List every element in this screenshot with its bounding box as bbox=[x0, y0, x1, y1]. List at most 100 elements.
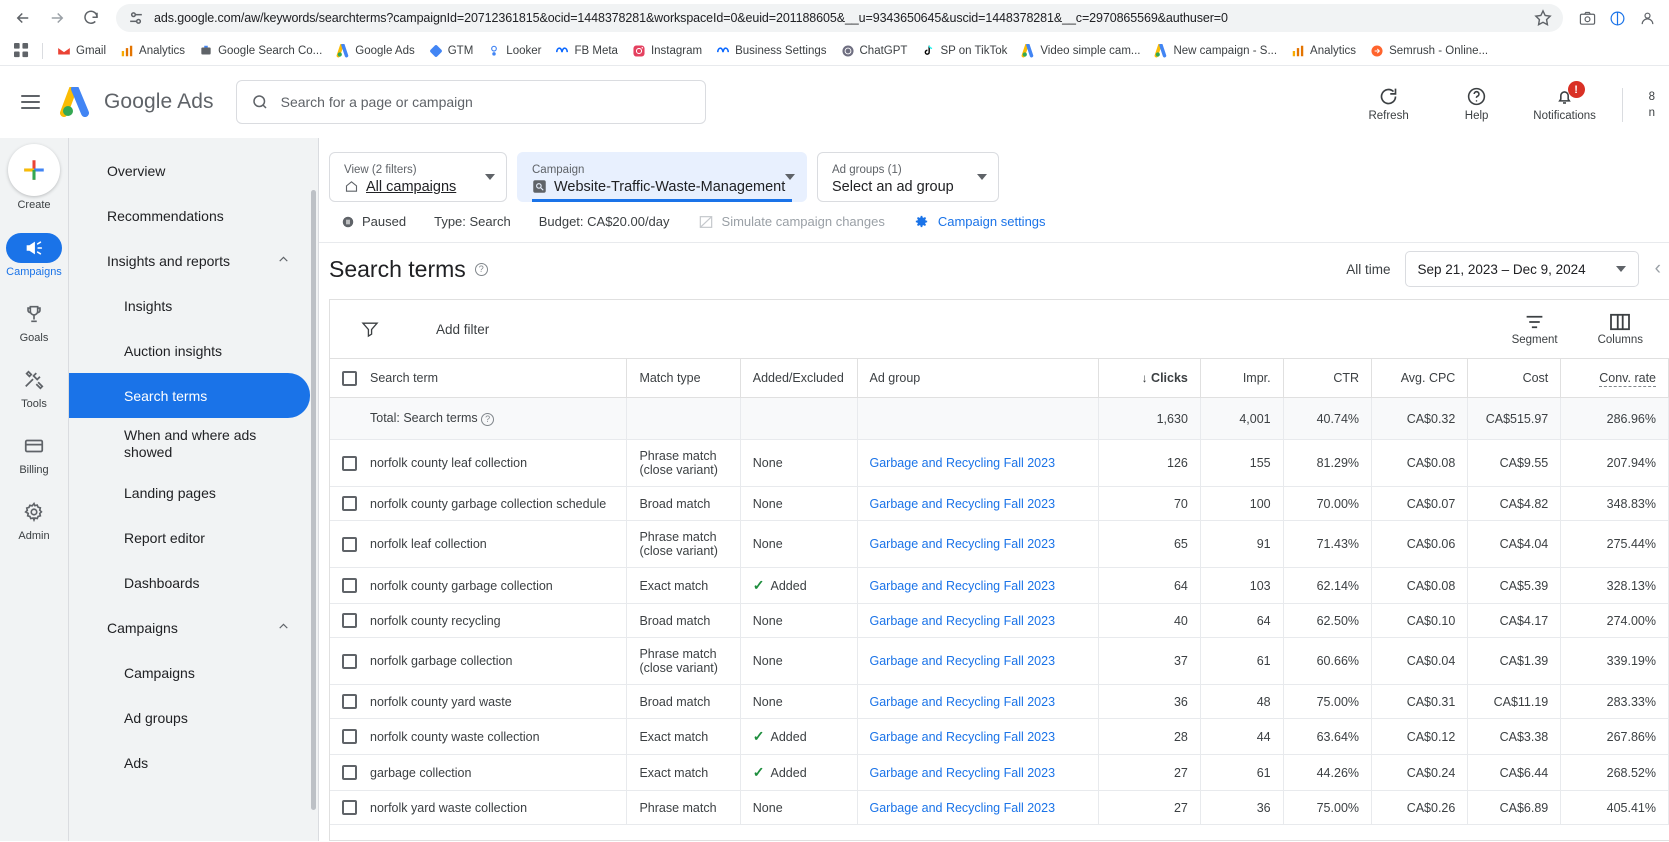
bookmark-star-icon[interactable] bbox=[1533, 8, 1553, 28]
ad-group-link[interactable]: Garbage and Recycling Fall 2023 bbox=[870, 766, 1056, 780]
bookmark-item[interactable]: Gmail bbox=[51, 42, 112, 60]
bookmark-item[interactable]: GTM bbox=[423, 42, 480, 60]
adgroup-selector[interactable]: Ad groups (1) Select an ad group bbox=[817, 152, 999, 202]
filter-icon[interactable] bbox=[360, 319, 380, 339]
sidebar-scrollbar[interactable] bbox=[311, 190, 316, 810]
column-header-added-excluded[interactable]: Added/Excluded bbox=[740, 358, 858, 398]
row-checkbox[interactable] bbox=[342, 455, 357, 471]
add-filter-button[interactable]: Add filter bbox=[436, 322, 489, 337]
row-checkbox[interactable] bbox=[342, 765, 357, 780]
column-header-avg-cpc[interactable]: Avg. CPC bbox=[1371, 358, 1469, 398]
rail-item-tools[interactable]: Tools bbox=[0, 365, 68, 410]
column-header-ad-group[interactable]: Ad group bbox=[857, 358, 1099, 398]
column-header-match-type[interactable]: Match type bbox=[626, 358, 741, 398]
select-all-checkbox[interactable] bbox=[342, 370, 357, 386]
sidebar-item-ad-groups[interactable]: Ad groups bbox=[69, 695, 310, 740]
back-icon[interactable] bbox=[8, 3, 38, 33]
collapse-panel-icon[interactable]: ‹ bbox=[1653, 258, 1661, 280]
row-checkbox[interactable] bbox=[342, 729, 357, 744]
ad-group-cell[interactable]: Garbage and Recycling Fall 2023 bbox=[857, 790, 1099, 825]
screenshot-icon[interactable] bbox=[1573, 4, 1601, 32]
sidebar-item-recommendations[interactable]: Recommendations bbox=[69, 193, 310, 238]
ad-group-link[interactable]: Garbage and Recycling Fall 2023 bbox=[870, 579, 1056, 593]
rail-item-admin[interactable]: Admin bbox=[0, 497, 68, 542]
ad-group-cell[interactable]: Garbage and Recycling Fall 2023 bbox=[857, 684, 1099, 719]
campaign-settings-link[interactable]: Campaign settings bbox=[913, 213, 1046, 230]
help-icon[interactable]: ? bbox=[481, 413, 495, 426]
ad-group-cell[interactable]: Garbage and Recycling Fall 2023 bbox=[857, 486, 1099, 521]
profile-icon[interactable] bbox=[1633, 4, 1661, 32]
ad-group-link[interactable]: Garbage and Recycling Fall 2023 bbox=[870, 801, 1056, 815]
row-checkbox[interactable] bbox=[342, 653, 357, 669]
sidebar-item-search-terms[interactable]: Search terms bbox=[69, 373, 310, 418]
help-icon[interactable]: ? bbox=[474, 262, 488, 276]
ad-group-link[interactable]: Garbage and Recycling Fall 2023 bbox=[870, 654, 1056, 668]
apps-grid-icon[interactable] bbox=[8, 39, 34, 63]
sidebar-item-when-and-where-ads-showed[interactable]: When and where ads showed bbox=[69, 418, 310, 470]
row-checkbox[interactable] bbox=[342, 536, 357, 552]
table-row[interactable]: norfolk yard waste collection Phrase matc… bbox=[330, 790, 1669, 825]
chevron-down-icon[interactable] bbox=[485, 174, 495, 180]
column-header-clicks[interactable]: ↓ Clicks bbox=[1098, 358, 1201, 398]
bookmark-item[interactable]: Business Settings bbox=[710, 42, 832, 60]
bookmark-item[interactable]: Video simple cam... bbox=[1015, 42, 1146, 60]
chevron-down-icon[interactable] bbox=[785, 174, 795, 180]
brand-logo-area[interactable]: Google Ads bbox=[60, 85, 214, 117]
ad-group-link[interactable]: Garbage and Recycling Fall 2023 bbox=[870, 456, 1056, 470]
table-row[interactable]: norfolk county leaf collection Phrase mat… bbox=[330, 439, 1669, 487]
sidebar-item-insights[interactable]: Insights bbox=[69, 283, 310, 328]
table-row[interactable]: garbage collection Exact match ✓ Added Garba… bbox=[330, 754, 1669, 791]
row-checkbox[interactable] bbox=[342, 578, 357, 593]
ad-group-link[interactable]: Garbage and Recycling Fall 2023 bbox=[870, 614, 1056, 628]
reload-icon[interactable] bbox=[76, 3, 106, 33]
bookmark-item[interactable]: Analytics bbox=[114, 42, 191, 60]
row-checkbox[interactable] bbox=[342, 800, 357, 815]
rail-item-campaigns[interactable]: Campaigns bbox=[0, 233, 68, 278]
table-row[interactable]: norfolk county recycling Broad match None G… bbox=[330, 603, 1669, 638]
columns-button[interactable]: Columns bbox=[1598, 313, 1643, 346]
chevron-down-icon[interactable] bbox=[977, 174, 987, 180]
sidebar-item-ads[interactable]: Ads bbox=[69, 740, 310, 785]
sidebar-item-landing-pages[interactable]: Landing pages bbox=[69, 470, 310, 515]
row-checkbox[interactable] bbox=[342, 613, 357, 628]
ad-group-cell[interactable]: Garbage and Recycling Fall 2023 bbox=[857, 603, 1099, 638]
view-selector[interactable]: View (2 filters) All campaigns bbox=[329, 152, 507, 202]
bookmark-item[interactable]: Semrush - Online... bbox=[1364, 42, 1494, 60]
ad-group-link[interactable]: Garbage and Recycling Fall 2023 bbox=[870, 695, 1056, 709]
table-row[interactable]: norfolk county garbage collection schedu… bbox=[330, 486, 1669, 521]
column-header-search-term[interactable]: Search term bbox=[330, 358, 628, 398]
bookmark-item[interactable]: Looker bbox=[481, 42, 547, 60]
bookmark-item[interactable]: ChatGPT bbox=[835, 42, 914, 60]
column-header-conv-rate[interactable]: Conv. rate bbox=[1560, 358, 1669, 398]
table-row[interactable]: norfolk county garbage collection Exact m… bbox=[330, 567, 1669, 604]
ad-group-link[interactable]: Garbage and Recycling Fall 2023 bbox=[870, 537, 1056, 551]
simulate-campaign-changes[interactable]: Simulate campaign changes bbox=[698, 214, 885, 230]
help-button[interactable]: Help bbox=[1446, 86, 1508, 122]
table-row[interactable]: norfolk county yard waste Broad match None… bbox=[330, 684, 1669, 719]
sidebar-item-dashboards[interactable]: Dashboards bbox=[69, 560, 310, 605]
bookmark-item[interactable]: Instagram bbox=[626, 42, 708, 60]
row-checkbox[interactable] bbox=[342, 694, 357, 709]
column-header-ctr[interactable]: CTR bbox=[1283, 358, 1373, 398]
search-input[interactable]: Search for a page or campaign bbox=[235, 80, 706, 124]
create-button[interactable]: Create bbox=[8, 144, 60, 211]
table-row[interactable]: norfolk leaf collection Phrase match (clos… bbox=[330, 520, 1669, 568]
chevron-up-icon[interactable] bbox=[277, 620, 290, 636]
notifications-button[interactable]: ! Notifications bbox=[1533, 81, 1596, 122]
address-bar[interactable]: ads.google.com/aw/keywords/searchterms?c… bbox=[116, 4, 1563, 32]
segment-button[interactable]: Segment bbox=[1512, 313, 1558, 346]
bookmark-item[interactable]: SP on TikTok bbox=[915, 42, 1013, 60]
rail-item-goals[interactable]: Goals bbox=[0, 299, 68, 344]
bookmark-item[interactable]: New campaign - S... bbox=[1148, 42, 1283, 60]
sidebar-item-auction-insights[interactable]: Auction insights bbox=[69, 328, 310, 373]
rail-item-billing[interactable]: Billing bbox=[0, 431, 68, 476]
sidebar-item-campaigns[interactable]: Campaigns bbox=[69, 605, 310, 650]
ad-group-cell[interactable]: Garbage and Recycling Fall 2023 bbox=[857, 520, 1099, 568]
table-row[interactable]: norfolk garbage collection Phrase match (c… bbox=[330, 637, 1669, 685]
bookmark-item[interactable]: FB Meta bbox=[549, 42, 623, 60]
bookmark-item[interactable]: Analytics bbox=[1285, 42, 1362, 60]
date-range-picker[interactable]: Sep 21, 2023 – Dec 9, 2024 bbox=[1404, 251, 1639, 287]
ad-group-cell[interactable]: Garbage and Recycling Fall 2023 bbox=[857, 439, 1099, 487]
ad-group-cell[interactable]: Garbage and Recycling Fall 2023 bbox=[857, 718, 1099, 755]
account-info[interactable]: 8 n bbox=[1649, 86, 1655, 121]
